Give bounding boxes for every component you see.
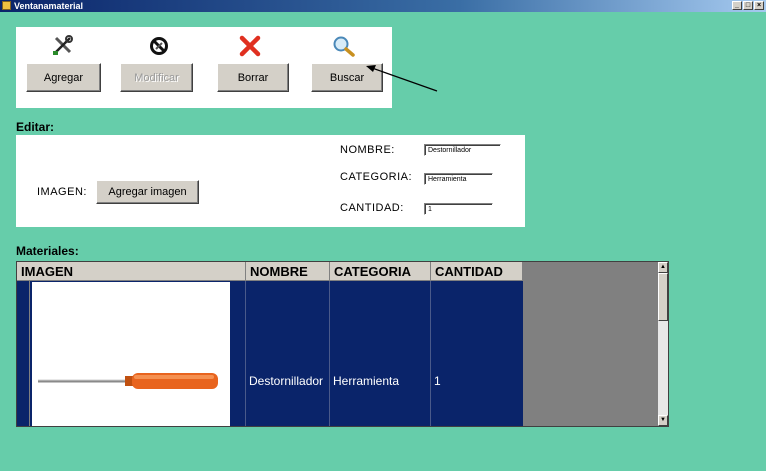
nombre-label: NOMBRE: — [340, 144, 395, 156]
imagen-label: IMAGEN: — [37, 186, 87, 198]
modificar-button[interactable]: Modificar — [120, 63, 193, 92]
close-button[interactable]: × — [754, 1, 764, 10]
toolbar-panel: Agregar Modificar Borrar Buscar — [16, 27, 392, 108]
window-titlebar: Ventanamaterial _ □ × — [0, 0, 766, 12]
agregar-imagen-button[interactable]: Agregar imagen — [96, 180, 199, 204]
cell-cantidad[interactable]: 1 — [431, 281, 523, 426]
borrar-button[interactable]: Borrar — [217, 63, 289, 92]
agregar-button[interactable]: Agregar — [26, 63, 101, 92]
no-edit-icon — [150, 37, 168, 55]
cantidad-label: CANTIDAD: — [340, 202, 404, 214]
maximize-button[interactable]: □ — [743, 1, 753, 10]
scroll-up-icon[interactable]: ▲ — [658, 262, 668, 273]
cell-imagen[interactable] — [30, 281, 246, 426]
materiales-heading: Materiales: — [16, 244, 79, 258]
minimize-button[interactable]: _ — [732, 1, 742, 10]
tools-icon — [53, 35, 73, 55]
scroll-down-icon[interactable]: ▼ — [658, 415, 668, 426]
screwdriver-icon — [38, 373, 218, 389]
column-header-imagen[interactable]: IMAGEN — [17, 262, 246, 281]
row-selector[interactable] — [17, 281, 30, 426]
column-header-cantidad[interactable]: CANTIDAD — [431, 262, 523, 281]
cantidad-field[interactable]: 1 — [424, 203, 493, 215]
nombre-field[interactable]: Destornillador — [424, 144, 501, 156]
materiales-grid[interactable]: IMAGEN NOMBRE CATEGORIA CANTIDAD Destorn… — [16, 261, 669, 427]
magnifier-icon — [333, 36, 355, 57]
scroll-thumb[interactable] — [658, 273, 668, 321]
window-title: Ventanamaterial — [14, 1, 84, 11]
edit-panel: IMAGEN: Agregar imagen NOMBRE: Destornil… — [16, 135, 525, 227]
grid-scrollbar[interactable]: ▲ ▼ — [657, 262, 668, 426]
table-row[interactable]: Destornillador Herramienta 1 — [30, 281, 523, 426]
cantidad-value: 1 — [434, 374, 441, 388]
app-icon — [2, 1, 11, 10]
categoria-value: Herramienta — [333, 374, 400, 388]
cell-categoria[interactable]: Herramienta — [330, 281, 431, 426]
categoria-field[interactable]: Herramienta — [424, 173, 493, 185]
annotation-arrow — [366, 65, 438, 92]
nombre-value: Destornillador — [249, 374, 324, 388]
column-header-categoria[interactable]: CATEGORIA — [330, 262, 431, 281]
cell-nombre[interactable]: Destornillador — [246, 281, 330, 426]
column-header-nombre[interactable]: NOMBRE — [246, 262, 330, 281]
red-x-icon — [239, 35, 261, 57]
categoria-label: CATEGORIA: — [340, 171, 413, 183]
editar-heading: Editar: — [16, 120, 55, 134]
screwdriver-image — [32, 282, 230, 426]
